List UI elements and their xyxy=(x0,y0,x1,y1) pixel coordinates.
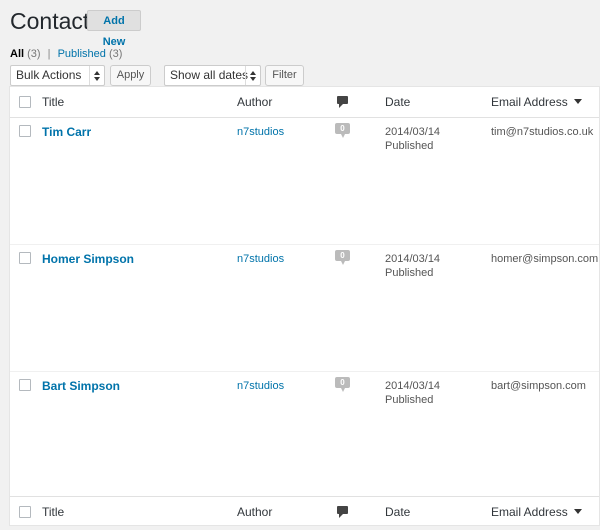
apply-button[interactable]: Apply xyxy=(110,65,151,86)
row-date: 2014/03/14 Published xyxy=(385,125,440,153)
filter-published-link[interactable]: Published xyxy=(58,48,106,60)
status-filters: All (3) | Published (3) xyxy=(10,47,122,61)
comments-column-icon[interactable] xyxy=(337,96,348,108)
column-email-footer[interactable]: Email Address xyxy=(491,505,582,519)
row-date-value: 2014/03/14 xyxy=(385,380,441,392)
row-date: 2014/03/14 Published xyxy=(385,379,440,407)
row-email: tim@n7studios.co.uk xyxy=(491,126,594,138)
row-checkbox[interactable] xyxy=(19,379,31,391)
column-date-footer[interactable]: Date xyxy=(385,505,410,519)
select-arrows-icon xyxy=(245,66,260,85)
row-status: Published xyxy=(385,394,434,406)
filter-button[interactable]: Filter xyxy=(265,65,304,86)
dates-select[interactable]: Show all dates xyxy=(164,65,261,86)
column-email-label: Email Address xyxy=(491,95,568,109)
row-email: bart@simpson.com xyxy=(491,380,586,392)
column-date[interactable]: Date xyxy=(385,95,410,109)
comment-count-bubble[interactable]: 0 xyxy=(335,250,350,265)
table-header: Title Author Date Email Address xyxy=(10,87,599,118)
sort-desc-icon xyxy=(573,99,582,105)
row-status: Published xyxy=(385,140,434,152)
select-all-checkbox[interactable] xyxy=(19,96,31,108)
row-status: Published xyxy=(385,267,434,279)
bulk-actions-value: Bulk Actions xyxy=(16,68,82,82)
column-email-footer-label: Email Address xyxy=(491,505,568,519)
row-title-link[interactable]: Homer Simpson xyxy=(42,252,134,266)
bulk-actions-select[interactable]: Bulk Actions xyxy=(10,65,105,86)
comment-count-bubble[interactable]: 0 xyxy=(335,123,350,138)
filter-published-count: (3) xyxy=(108,48,123,60)
column-title-footer[interactable]: Title xyxy=(42,505,64,519)
table-footer: Title Author Date Email Address xyxy=(10,496,599,527)
row-checkbox[interactable] xyxy=(19,252,31,264)
row-checkbox[interactable] xyxy=(19,125,31,137)
row-author-link[interactable]: n7studios xyxy=(237,379,284,393)
column-author-footer: Author xyxy=(237,505,273,519)
comment-count-bubble[interactable]: 0 xyxy=(335,377,350,392)
dates-value: Show all dates xyxy=(170,68,249,82)
table-row: Tim Carr n7studios 0 2014/03/14 Publishe… xyxy=(10,117,599,245)
table-row: Bart Simpson n7studios 0 2014/03/14 Publ… xyxy=(10,371,599,498)
row-date-value: 2014/03/14 xyxy=(385,126,441,138)
row-author-link[interactable]: n7studios xyxy=(237,252,284,266)
filter-all-count: (3) xyxy=(27,48,41,60)
column-title[interactable]: Title xyxy=(42,95,64,109)
row-date: 2014/03/14 Published xyxy=(385,252,440,280)
add-new-button[interactable]: Add New xyxy=(87,10,141,48)
column-email[interactable]: Email Address xyxy=(491,95,582,109)
comments-column-icon[interactable] xyxy=(337,506,348,518)
row-author-link[interactable]: n7studios xyxy=(237,125,284,139)
table-row: Homer Simpson n7studios 0 2014/03/14 Pub… xyxy=(10,244,599,372)
column-author: Author xyxy=(237,95,273,109)
row-date-value: 2014/03/14 xyxy=(385,253,441,265)
contacts-table: Title Author Date Email Address Tim Carr… xyxy=(9,86,600,526)
filter-all-link[interactable]: All xyxy=(10,48,24,60)
row-title-link[interactable]: Bart Simpson xyxy=(42,379,120,393)
select-all-checkbox-footer[interactable] xyxy=(19,506,31,518)
row-title-link[interactable]: Tim Carr xyxy=(42,125,91,139)
sort-desc-icon xyxy=(573,509,582,515)
row-email: homer@simpson.com xyxy=(491,253,599,265)
select-arrows-icon xyxy=(89,66,104,85)
filter-separator: | xyxy=(47,48,51,60)
